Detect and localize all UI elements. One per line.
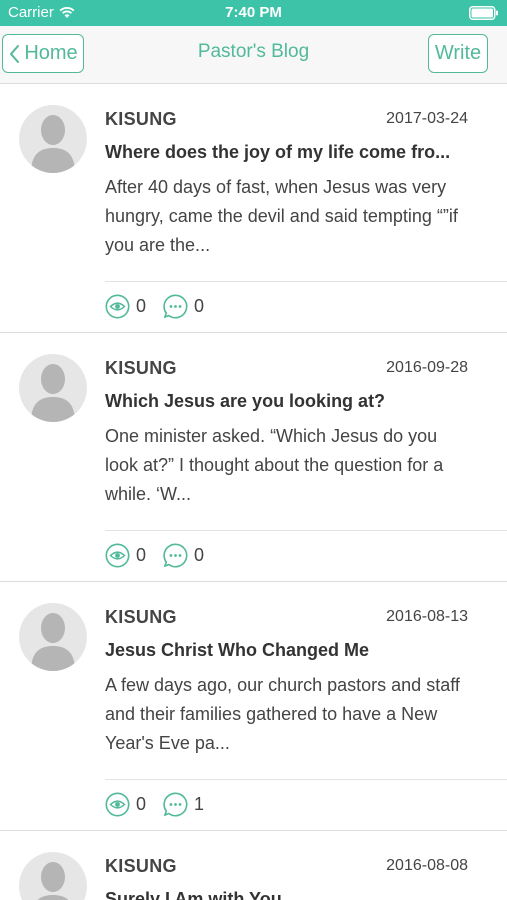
view-count-value: 0: [136, 295, 147, 316]
eye-icon: [105, 294, 130, 318]
post-date: 2017-03-24: [386, 110, 468, 127]
post-author: KISUNG: [105, 607, 177, 627]
post-item[interactable]: KISUNG 2016-08-13 Jesus Christ Who Chang…: [0, 582, 507, 831]
status-bar: Carrier 7:40 PM: [0, 0, 507, 26]
comment-count-value: 0: [194, 295, 205, 316]
post-date: 2016-08-13: [386, 608, 468, 625]
navigation-bar: Home Pastor's Blog Write: [0, 26, 507, 84]
post-date: 2016-09-28: [386, 359, 468, 376]
avatar: [19, 852, 87, 900]
eye-icon: [105, 543, 130, 567]
comment-count-value: 0: [194, 544, 205, 565]
avatar-placeholder-icon: [31, 613, 75, 671]
post-stats: 0 1: [105, 790, 221, 818]
post-item[interactable]: KISUNG 2017-03-24 Where does the joy of …: [0, 84, 507, 333]
view-count-value: 0: [136, 544, 147, 565]
post-list: KISUNG 2017-03-24 Where does the joy of …: [0, 84, 507, 900]
avatar: [19, 354, 87, 422]
comment-icon: [163, 293, 188, 318]
avatar-placeholder-icon: [31, 364, 75, 422]
avatar-placeholder-icon: [37, 862, 69, 900]
battery-icon: [469, 6, 498, 20]
comment-icon: [163, 791, 188, 816]
post-author: KISUNG: [105, 856, 177, 876]
eye-icon: [105, 792, 130, 816]
view-count-value: 0: [136, 793, 147, 814]
comment-icon: [163, 542, 188, 567]
comment-count: 0: [163, 542, 205, 568]
avatar: [19, 603, 87, 671]
comment-count: 0: [163, 293, 205, 319]
post-divider: [105, 281, 507, 282]
avatar: [19, 105, 87, 173]
view-count: 0: [105, 543, 146, 568]
post-title[interactable]: Which Jesus are you looking at?: [105, 391, 489, 412]
view-count: 0: [105, 792, 146, 817]
comment-count: 1: [163, 791, 205, 817]
post-item[interactable]: KISUNG 2016-09-28 Which Jesus are you lo…: [0, 333, 507, 582]
avatar-placeholder-icon: [31, 115, 75, 173]
post-item[interactable]: KISUNG 2016-08-08 Surely I Am with You: [0, 831, 507, 900]
post-title[interactable]: Surely I Am with You: [105, 889, 489, 900]
status-time: 7:40 PM: [225, 4, 282, 21]
post-title[interactable]: Where does the joy of my life come fro..…: [105, 142, 489, 163]
post-divider: [105, 530, 507, 531]
battery-indicator: [469, 6, 499, 24]
post-author: KISUNG: [105, 358, 177, 378]
post-stats: 0 0: [105, 292, 221, 320]
post-date: 2016-08-08: [386, 857, 468, 874]
post-excerpt: After 40 days of fast, when Jesus was ve…: [105, 177, 458, 255]
write-button[interactable]: Write: [428, 34, 488, 73]
post-divider: [105, 779, 507, 780]
comment-count-value: 1: [194, 793, 205, 814]
view-count: 0: [105, 294, 146, 319]
post-excerpt: A few days ago, our church pastors and s…: [105, 675, 460, 753]
post-title[interactable]: Jesus Christ Who Changed Me: [105, 640, 489, 661]
post-stats: 0 0: [105, 541, 221, 569]
post-author: KISUNG: [105, 109, 177, 129]
post-excerpt: One minister asked. “Which Jesus do you …: [105, 426, 444, 504]
